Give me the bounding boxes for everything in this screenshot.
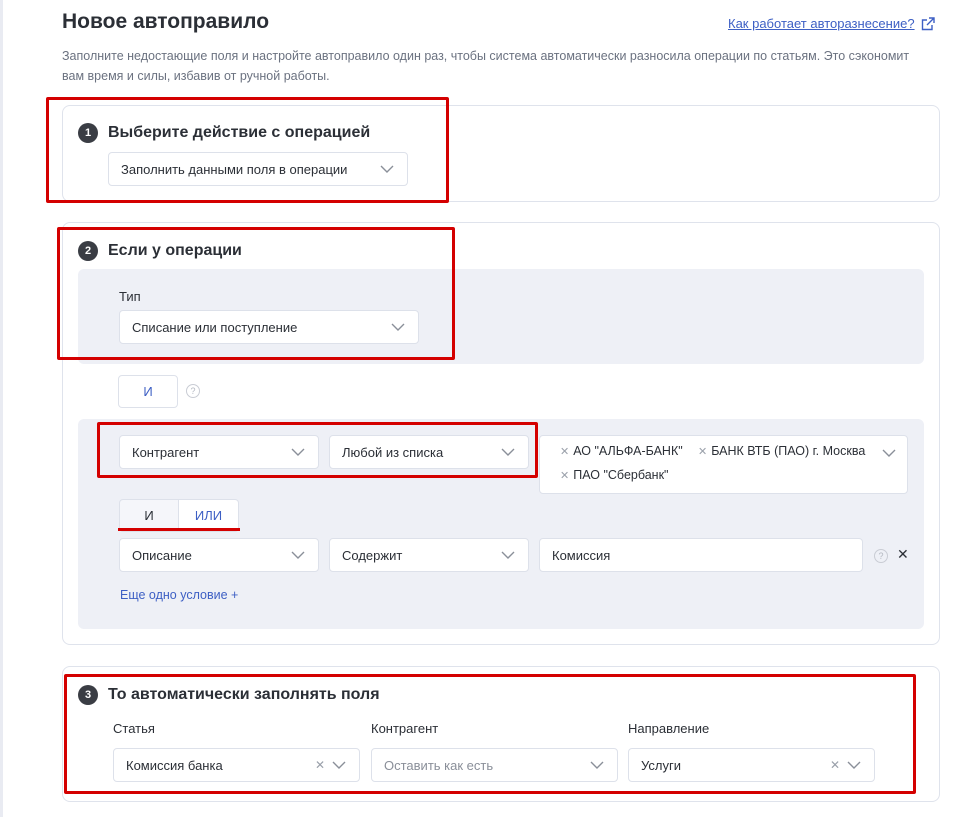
- condition1-operator-select[interactable]: Любой из списка: [329, 435, 529, 469]
- chevron-down-icon: [501, 448, 515, 456]
- tag-sber-label: ПАО "Сбербанк": [573, 468, 669, 482]
- logic-and-label: И: [143, 384, 153, 399]
- condition1-field-select[interactable]: Контрагент: [119, 435, 319, 469]
- remove-tag-icon[interactable]: ✕: [698, 445, 707, 458]
- direction-select[interactable]: Услуги ✕: [628, 748, 875, 782]
- article-label: Статья: [113, 721, 155, 736]
- condition2-value-text: Комиссия: [552, 547, 611, 563]
- tag-vtb[interactable]: ✕ БАНК ВТБ (ПАО) г. Москва: [698, 444, 865, 458]
- add-condition-link[interactable]: Еще одно условие +: [120, 588, 238, 602]
- tag-alfa[interactable]: ✕ АО "АЛЬФА-БАНК": [560, 444, 683, 458]
- direction-label: Направление: [628, 721, 710, 736]
- highlight-underline: [118, 528, 240, 531]
- condition2-field-select[interactable]: Описание: [119, 538, 319, 572]
- question-icon[interactable]: ?: [874, 549, 888, 563]
- remove-condition-icon[interactable]: ✕: [897, 546, 909, 563]
- tag-sber[interactable]: ✕ ПАО "Сбербанк": [560, 468, 668, 482]
- counterparty-select[interactable]: Оставить как есть: [371, 748, 618, 782]
- condition1-field-value: Контрагент: [132, 444, 200, 460]
- clear-icon[interactable]: ✕: [830, 758, 840, 772]
- step3-title: То автоматически заполнять поля: [108, 686, 380, 703]
- step1-header: 1 Выберите действие с операцией: [78, 123, 370, 143]
- condition2-operator-value: Содержит: [342, 547, 403, 563]
- chevron-down-icon: [291, 551, 305, 559]
- direction-select-value: Услуги: [641, 757, 681, 773]
- counterparty-multiselect[interactable]: ✕ АО "АЛЬФА-БАНК" ✕ БАНК ВТБ (ПАО) г. Мо…: [539, 435, 908, 494]
- step1-title: Выберите действие с операцией: [108, 124, 371, 141]
- external-link-icon: [921, 16, 935, 30]
- page-description: Заполните недостающие поля и настройте а…: [62, 49, 910, 83]
- chevron-down-icon: [291, 448, 305, 456]
- remove-tag-icon[interactable]: ✕: [560, 469, 569, 482]
- tag-alfa-label: АО "АЛЬФА-БАНК": [573, 444, 683, 458]
- logic-and-button[interactable]: И: [118, 375, 178, 408]
- chevron-down-icon: [391, 323, 405, 331]
- chevron-down-icon: [882, 449, 896, 457]
- help-link[interactable]: Как работает авторазнесение?: [728, 16, 935, 31]
- counterparty-label: Контрагент: [371, 721, 439, 736]
- chevron-down-icon: [380, 165, 394, 173]
- clear-icon[interactable]: ✕: [315, 758, 325, 772]
- chevron-down-icon: [501, 551, 515, 559]
- chevron-down-icon: [847, 761, 861, 769]
- condition1-operator-value: Любой из списка: [342, 444, 444, 460]
- step2-title: Если у операции: [108, 242, 242, 259]
- help-link-label[interactable]: Как работает авторазнесение?: [728, 16, 915, 31]
- chevron-down-icon: [590, 761, 604, 769]
- tag-vtb-label: БАНК ВТБ (ПАО) г. Москва: [711, 444, 866, 458]
- article-select-value: Комиссия банка: [126, 757, 223, 773]
- action-select-value: Заполнить данными поля в операции: [121, 161, 348, 177]
- page-title: Новое автоправило: [62, 10, 270, 33]
- action-select[interactable]: Заполнить данными поля в операции: [108, 152, 408, 186]
- question-icon[interactable]: ?: [186, 384, 200, 398]
- condition2-operator-select[interactable]: Содержит: [329, 538, 529, 572]
- type-label: Тип: [119, 289, 141, 304]
- remove-tag-icon[interactable]: ✕: [560, 445, 569, 458]
- condition2-field-value: Описание: [132, 547, 192, 563]
- left-border: [0, 0, 3, 817]
- counterparty-select-value: Оставить как есть: [384, 757, 494, 773]
- type-select[interactable]: Списание или поступление: [119, 310, 419, 344]
- step3-number: 3: [78, 685, 98, 705]
- article-select[interactable]: Комиссия банка ✕: [113, 748, 360, 782]
- step3-header: 3 То автоматически заполнять поля: [78, 685, 380, 705]
- condition2-value-input[interactable]: Комиссия: [539, 538, 863, 572]
- step1-number: 1: [78, 123, 98, 143]
- step2-number: 2: [78, 241, 98, 261]
- step2-header: 2 Если у операции: [78, 241, 242, 261]
- type-select-value: Списание или поступление: [132, 319, 298, 335]
- chevron-down-icon: [332, 761, 346, 769]
